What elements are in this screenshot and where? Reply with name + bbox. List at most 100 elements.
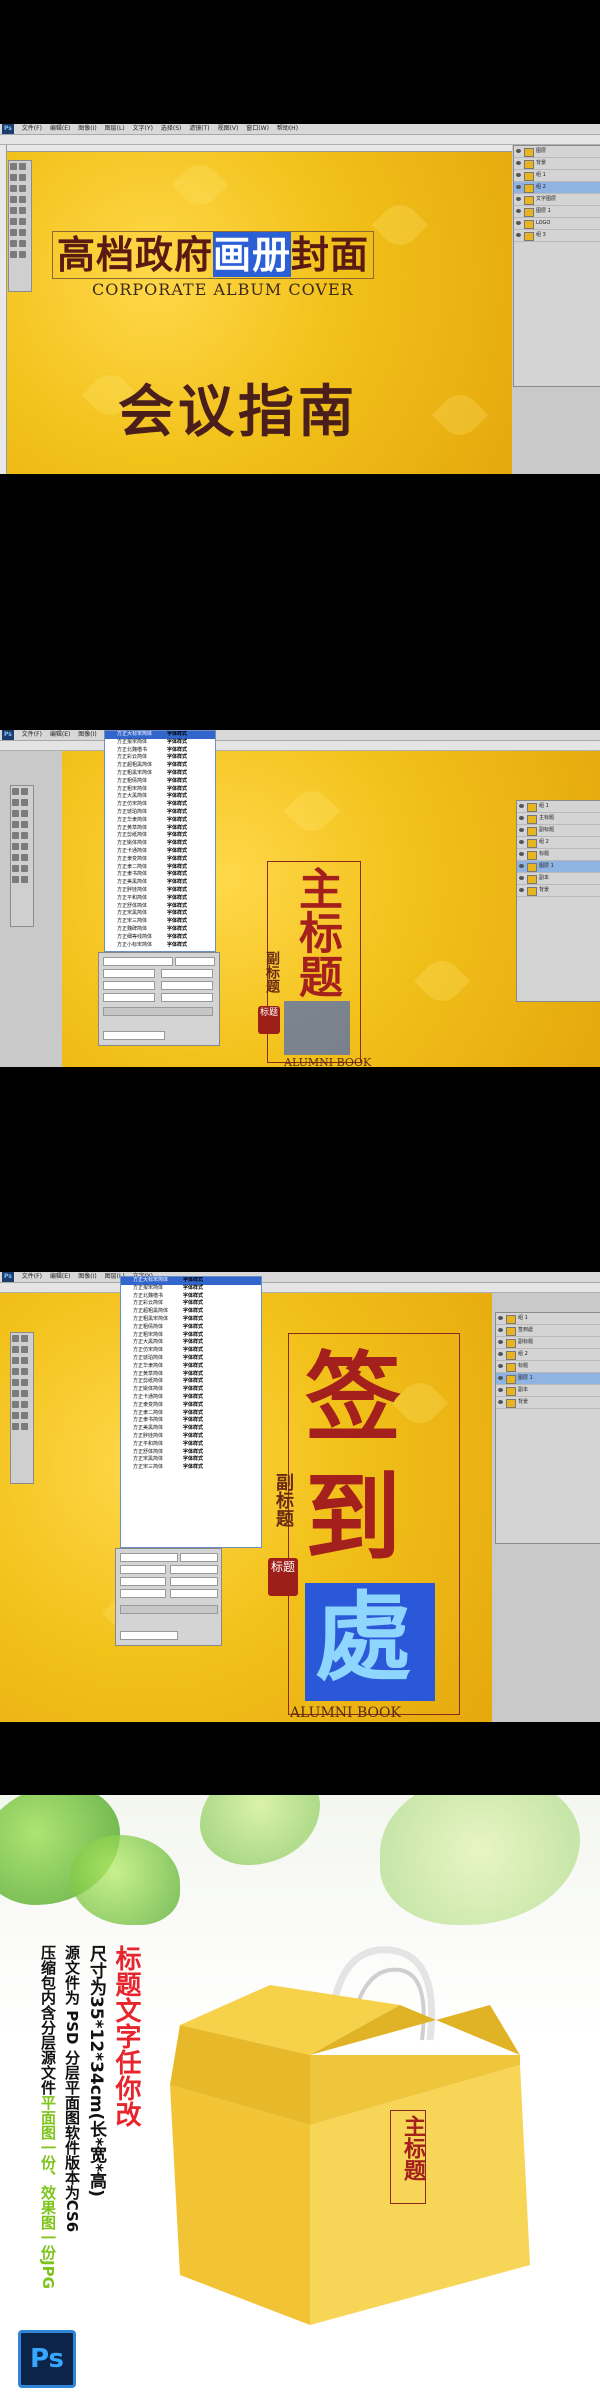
eye-icon[interactable] xyxy=(498,1364,503,1368)
eye-icon[interactable] xyxy=(519,888,524,892)
language-field[interactable] xyxy=(103,1031,165,1040)
eye-icon[interactable] xyxy=(516,149,521,153)
menu-edit[interactable]: 编辑(E) xyxy=(50,125,70,132)
menu-layer[interactable]: 图层(L) xyxy=(105,125,125,132)
eye-icon[interactable] xyxy=(516,197,521,201)
font-list-item[interactable]: 方正细等线简体 字体样式 xyxy=(105,934,215,942)
layers-panel[interactable]: 组 1 签到處 副标题 组 2 标题 图层 1 副本 背景 xyxy=(495,1312,600,1544)
options-bar[interactable] xyxy=(0,1283,600,1293)
tools-panel[interactable] xyxy=(8,160,32,292)
menu-type[interactable]: 文字(Y) xyxy=(133,125,153,132)
layer-row[interactable]: 标题 xyxy=(517,849,600,861)
document-canvas[interactable]: 高档政府画册封面 CORPORATE ALBUM COVER 会议指南 xyxy=(0,145,512,474)
tracking-field[interactable] xyxy=(120,1577,166,1586)
char-arrive[interactable]: 到 xyxy=(305,1463,401,1573)
font-style-field[interactable] xyxy=(180,1553,218,1562)
eye-icon[interactable] xyxy=(516,185,521,189)
menu-image[interactable]: 图像(I) xyxy=(78,731,96,738)
kerning-field[interactable] xyxy=(161,981,213,990)
eye-icon[interactable] xyxy=(498,1400,503,1404)
options-bar[interactable] xyxy=(0,135,600,145)
font-list-item[interactable]: 方正大黑简体 字体样式 xyxy=(121,1339,261,1347)
font-list-item[interactable]: 方正报宋简体 字体样式 xyxy=(121,1285,261,1293)
main-title-text[interactable]: 主标题 xyxy=(284,866,348,998)
font-list-item[interactable]: 方正宋黑简体 字体样式 xyxy=(105,910,215,918)
layers-panel[interactable]: 组 1 主标题 副标题 组 2 标题 图层 1 副本 背景 xyxy=(516,800,600,1002)
text-color-swatch[interactable] xyxy=(120,1605,218,1614)
scale-field[interactable] xyxy=(103,993,155,1002)
layer-row[interactable]: 组 3 xyxy=(514,230,600,242)
font-list-item[interactable]: 方正大标宋简体 字体样式 xyxy=(105,731,215,739)
eye-icon[interactable] xyxy=(519,852,524,856)
tools-panel[interactable] xyxy=(10,785,34,927)
font-list-item[interactable]: 方正姚体简体 字体样式 xyxy=(121,1386,261,1394)
layer-row[interactable]: 标题 xyxy=(496,1361,600,1373)
font-size-field[interactable] xyxy=(120,1565,166,1574)
eye-icon[interactable] xyxy=(516,233,521,237)
layer-row[interactable]: 副标题 xyxy=(496,1337,600,1349)
font-list-item[interactable]: 方正超粗黑简体 字体样式 xyxy=(121,1308,261,1316)
layer-row[interactable]: 副本 xyxy=(496,1385,600,1397)
char-place[interactable]: 處 xyxy=(315,1583,411,1693)
eye-icon[interactable] xyxy=(516,221,521,225)
character-panel[interactable] xyxy=(115,1548,222,1646)
layer-row[interactable]: 图层 1 xyxy=(514,206,600,218)
font-size-field[interactable] xyxy=(103,969,155,978)
eye-icon[interactable] xyxy=(519,804,524,808)
scale-field[interactable] xyxy=(120,1589,166,1598)
font-list-item[interactable]: 方正粗倩简体 字体样式 xyxy=(121,1324,261,1332)
menu-edit[interactable]: 编辑(E) xyxy=(50,731,70,738)
font-dropdown-list[interactable]: 方正大标宋简体 字体样式 方正报宋简体 字体样式 方正北魏楷书 字体样式 方正彩云简体… xyxy=(104,730,216,952)
layer-row[interactable]: 组 2 xyxy=(517,837,600,849)
kerning-field[interactable] xyxy=(170,1577,218,1586)
font-list-item[interactable]: 方正琥珀简体 字体样式 xyxy=(105,809,215,817)
layers-panel[interactable]: 图层 背景 组 1 组 2 文字图层 图层 1 LOGO 组 3 xyxy=(513,145,600,387)
font-list-item[interactable]: 方正粗黑宋简体 字体样式 xyxy=(105,770,215,778)
eye-icon[interactable] xyxy=(516,173,521,177)
font-list-item[interactable]: 方正华隶简体 字体样式 xyxy=(121,1363,261,1371)
layer-row[interactable]: 文字图层 xyxy=(514,194,600,206)
menu-file[interactable]: 文件(F) xyxy=(22,731,42,738)
font-list-item[interactable]: 方正宋三简体 字体样式 xyxy=(105,918,215,926)
baseline-field[interactable] xyxy=(170,1589,218,1598)
font-list-item[interactable]: 方正小标宋简体 字体样式 xyxy=(105,942,215,950)
layer-row[interactable]: 主标题 xyxy=(517,813,600,825)
font-list-item[interactable]: 方正美黑简体 字体样式 xyxy=(121,1425,261,1433)
eye-icon[interactable] xyxy=(519,876,524,880)
font-list-item[interactable]: 方正隶书简体 字体样式 xyxy=(121,1417,261,1425)
eye-icon[interactable] xyxy=(516,209,521,213)
font-list-item[interactable]: 方正宋三简体 字体样式 xyxy=(121,1464,261,1472)
layer-row[interactable]: 副标题 xyxy=(517,825,600,837)
font-list-item[interactable]: 方正卡通简体 字体样式 xyxy=(105,848,215,856)
layer-row-selected[interactable]: 图层 1 xyxy=(517,861,600,873)
language-field[interactable] xyxy=(120,1631,178,1640)
font-list-item[interactable]: 方正卡通简体 字体样式 xyxy=(121,1394,261,1402)
text-color-swatch[interactable] xyxy=(103,1007,213,1016)
layer-row[interactable]: LOGO xyxy=(514,218,600,230)
font-list-item[interactable]: 方正剪纸简体 字体样式 xyxy=(121,1378,261,1386)
layer-row[interactable]: 副本 xyxy=(517,873,600,885)
font-list-item[interactable]: 方正胖娃简体 字体样式 xyxy=(105,887,215,895)
eye-icon[interactable] xyxy=(498,1388,503,1392)
font-list-item[interactable]: 方正平和简体 字体样式 xyxy=(105,895,215,903)
font-list-item[interactable]: 方正大标宋简体 字体样式 xyxy=(121,1277,261,1285)
font-list-item[interactable]: 方正剪纸简体 字体样式 xyxy=(105,832,215,840)
font-list-item[interactable]: 方正平和简体 字体样式 xyxy=(121,1441,261,1449)
char-sign[interactable]: 签 xyxy=(305,1343,401,1453)
baseline-field[interactable] xyxy=(161,993,213,1002)
eye-icon[interactable] xyxy=(498,1352,503,1356)
eye-icon[interactable] xyxy=(498,1340,503,1344)
font-list-item[interactable]: 方正魏碑简体 字体样式 xyxy=(105,926,215,934)
leading-field[interactable] xyxy=(161,969,213,978)
font-list-item[interactable]: 方正粗倩简体 字体样式 xyxy=(105,778,215,786)
layer-row-selected[interactable]: 组 2 xyxy=(514,182,600,194)
eye-icon[interactable] xyxy=(519,840,524,844)
font-style-field[interactable] xyxy=(175,957,215,966)
menu-file[interactable]: 文件(F) xyxy=(22,1273,42,1280)
font-list-item[interactable]: 方正大黑简体 字体样式 xyxy=(105,793,215,801)
font-list-item[interactable]: 方正粗黑宋简体 字体样式 xyxy=(121,1316,261,1324)
layer-row[interactable]: 背景 xyxy=(514,158,600,170)
layer-row[interactable]: 组 2 xyxy=(496,1349,600,1361)
font-list-item[interactable]: 方正琥珀简体 字体样式 xyxy=(121,1355,261,1363)
menu-view[interactable]: 视图(V) xyxy=(218,125,239,132)
